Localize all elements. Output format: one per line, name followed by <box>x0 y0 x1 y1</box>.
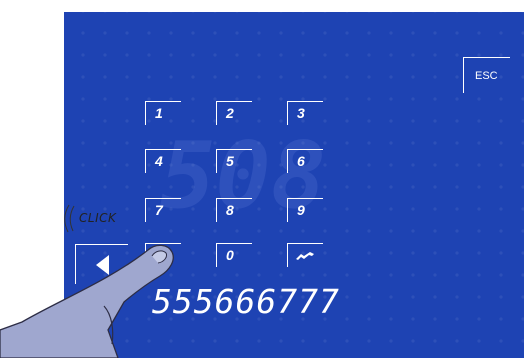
pointing-hand-icon <box>0 204 174 358</box>
